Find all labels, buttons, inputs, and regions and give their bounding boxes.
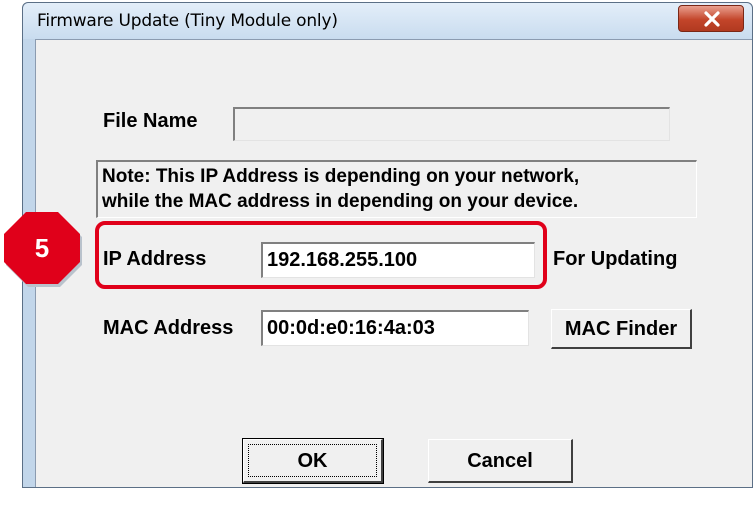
ok-button[interactable]: OK — [242, 438, 384, 484]
mac-address-label: MAC Address — [103, 317, 234, 339]
note-line-2: while the MAC address in depending on yo… — [102, 191, 579, 212]
file-name-field[interactable] — [233, 107, 670, 141]
close-button[interactable] — [678, 5, 744, 32]
close-icon — [704, 11, 720, 27]
file-name-label: File Name — [103, 110, 198, 132]
mac-finder-label: MAC Finder — [564, 318, 678, 340]
cancel-button[interactable]: Cancel — [428, 439, 573, 483]
step-number: 5 — [34, 233, 50, 263]
for-updating-label: For Updating — [553, 248, 678, 270]
title-bar[interactable]: Firmware Update (Tiny Module only) — [23, 3, 752, 39]
note-line-1: Note: This IP Address is depending on yo… — [102, 166, 580, 187]
window-title: Firmware Update (Tiny Module only) — [37, 11, 338, 31]
mac-finder-button[interactable]: MAC Finder — [551, 309, 692, 349]
note-text: Note: This IP Address is depending on yo… — [96, 160, 697, 218]
cancel-label: Cancel — [467, 450, 533, 472]
ok-label: OK — [297, 450, 328, 472]
ip-address-highlight — [95, 221, 547, 289]
mac-address-input[interactable]: 00:0d:e0:16:4a:03 — [261, 310, 529, 346]
